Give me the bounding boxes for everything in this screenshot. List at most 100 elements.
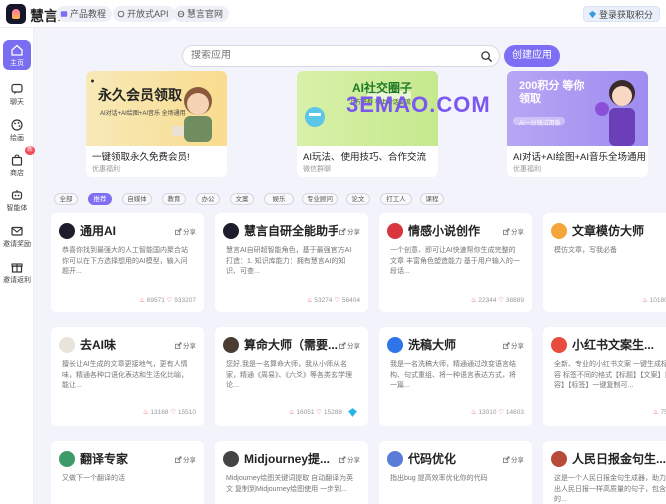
share-icon <box>175 456 182 463</box>
create-app-button[interactable]: 创建应用 <box>504 45 560 67</box>
app-card[interactable]: Midjourney提... 分享 Midjourney绘图关键词提取 自动翻译… <box>215 441 368 504</box>
agent-icon <box>11 190 23 200</box>
app-card[interactable]: 情感小说创作 分享 一个创意、即可让AI快速帮你生成完整的文章 丰富角色塑造能力… <box>379 213 532 312</box>
product-tutorial-link[interactable]: 产品教程 <box>56 6 113 22</box>
app-card[interactable]: 洗稿大师 分享 我是一名洗稿大师，精通通过改变语言结构、句式重组、将一种语言表达… <box>379 327 532 426</box>
app-description: Midjourney绘图关键词提取 自动翻译为英文 复制到Midjourney绘… <box>226 475 354 493</box>
app-stats: ♨ 53274 ♡ 56404 <box>306 297 360 304</box>
share-button[interactable]: 分享 <box>503 226 524 236</box>
share-button[interactable]: 分享 <box>339 340 360 350</box>
app-card[interactable]: 翻译专家 分享 又做下一个翻译的活 <box>51 441 204 504</box>
fire-icon: ♨ <box>470 297 477 304</box>
app-stats: ♨ 22344 ♡ 38889 <box>470 297 524 304</box>
tab-self-media[interactable]: 自媒体 <box>122 193 152 205</box>
sidebar-item-shop[interactable]: 商店 新 <box>3 146 35 180</box>
app-title: 通用AI <box>80 224 117 238</box>
app-title: 人民日报金句生... <box>572 452 666 466</box>
search-icon[interactable] <box>480 50 493 63</box>
app-card[interactable]: 代码优化 分享 指出bug 提高效率优化你的代码 <box>379 441 532 504</box>
app-avatar <box>223 451 239 467</box>
app-card[interactable]: 人民日报金句生... 分享 这是一个人民日报金句生成器，助力你写出人民日报一样高… <box>543 441 666 504</box>
login-button[interactable]: 登录获取积分 <box>582 6 660 22</box>
heart-icon: ♡ <box>170 409 177 416</box>
book-icon <box>60 11 68 17</box>
share-button[interactable]: 分享 <box>503 454 524 464</box>
search-input[interactable] <box>191 50 471 61</box>
share-button[interactable]: 分享 <box>339 226 360 236</box>
app-description: 全新、专业的小红书文案 一键生成标题内容 标签不同的格式【标题】【文案】【内容】… <box>554 361 666 389</box>
tab-education[interactable]: 教育 <box>162 193 186 205</box>
heart-icon: ♡ <box>498 409 505 416</box>
app-title: 代码优化 <box>408 452 457 466</box>
app-card[interactable]: 通用AI 分享 恭喜你找到最强大的人工智能国内聚合站 你可以在下方选择想用的AI… <box>51 213 204 312</box>
share-button[interactable]: 分享 <box>503 340 524 350</box>
fire-icon: ♨ <box>139 297 145 304</box>
banner-points[interactable]: 200积分 等你领取 AI一分钱试用版 AI对话+AI绘图+AI音乐全场通用 优… <box>507 71 648 177</box>
open-api-link[interactable]: 开放式API <box>113 6 175 22</box>
sidebar: 主页 聊天 绘画 商店 新 智能体 邀请奖励 邀请返利 <box>0 28 35 504</box>
app-card[interactable]: 算命大师（需要... 分享 您好,我是一名算命大师，我从小师从名家，精通《周易》… <box>215 327 368 426</box>
app-description: 我是一名洗稿大师，精通通过改变语言结构、句式重组、将一种语言表达方式，将一篇..… <box>390 361 516 389</box>
app-description: 模仿文章，写我必备 <box>554 247 617 254</box>
heart-icon: ♡ <box>166 297 173 304</box>
tab-consultant[interactable]: 专业顾问 <box>302 193 338 205</box>
banner-title: AI对话+AI绘图+AI音乐全场通用 <box>513 152 647 163</box>
app-avatar <box>551 337 567 353</box>
app-description: 一个创意、即可让AI快速帮你生成完整的文章 丰富角色塑造能力 基于用户输入的一段… <box>390 247 520 275</box>
tab-office[interactable]: 办公 <box>196 193 220 205</box>
search-bar <box>182 45 500 67</box>
app-title: 洗稿大师 <box>408 338 457 352</box>
globe-icon <box>177 10 185 18</box>
heart-icon: ♡ <box>334 297 341 304</box>
sidebar-item-paint[interactable]: 绘画 <box>3 115 31 145</box>
app-card[interactable]: 小红书文案生... 分享 全新、专业的小红书文案 一键生成标题内容 标签不同的格… <box>543 327 666 426</box>
heart-icon: ♡ <box>316 409 323 416</box>
share-button[interactable]: 分享 <box>175 454 196 464</box>
sidebar-item-home[interactable]: 主页 <box>3 40 31 70</box>
banner-headline: 永久会员领取 <box>98 87 182 103</box>
tab-worker[interactable]: 打工人 <box>380 193 412 205</box>
banner-title: AI玩法、使用技巧、合作交流 <box>303 152 426 163</box>
palette-icon <box>11 119 23 131</box>
app-card[interactable]: 慧言自研全能助手 分享 慧言AI自研超智能角色，基于最强官方AI打造：1. 知识… <box>215 213 368 312</box>
app-title: 算命大师（需要... <box>244 338 338 352</box>
sidebar-item-invite-rebate[interactable]: 邀请返利 <box>3 257 31 287</box>
share-button[interactable]: 分享 <box>339 454 360 464</box>
app-stats: ♨ 16051 ♡ 15288 <box>288 409 342 416</box>
official-site-link[interactable]: 慧言官网 <box>173 6 230 22</box>
fire-icon: ♨ <box>641 297 648 304</box>
new-badge: 新 <box>24 146 35 155</box>
tab-entertainment[interactable]: 娱乐 <box>264 193 294 205</box>
banner-tag: 优惠福利 <box>92 166 120 173</box>
chat-icon <box>11 83 23 95</box>
share-icon <box>503 456 510 463</box>
fire-icon: ♨ <box>470 409 477 416</box>
api-icon <box>117 10 125 18</box>
fire-icon: ♨ <box>288 409 295 416</box>
tab-thesis[interactable]: 论文 <box>346 193 370 205</box>
app-card[interactable]: 去AI味 分享 擅长让AI生成的文章更接地气，更有人情味，精通各种口语化表达和生… <box>51 327 204 426</box>
app-title: 情感小说创作 <box>408 224 481 238</box>
app-card[interactable]: 文章模仿大师 分享 模仿文章，写我必备 ♨ 10180 ♡ 229 <box>543 213 666 312</box>
app-avatar <box>59 223 75 239</box>
sidebar-item-agent[interactable]: 智能体 <box>3 185 31 215</box>
banner-title: 一键领取永久免费会员! <box>92 152 190 163</box>
app-avatar <box>387 223 403 239</box>
sidebar-item-invite-reward[interactable]: 邀请奖励 <box>3 221 31 251</box>
banner-ai-social[interactable]: AI社交圈子 上方进群 马上对话交流 AI玩法、使用技巧、合作交流 微信群聊 <box>297 71 438 177</box>
tab-course[interactable]: 课程 <box>420 193 444 205</box>
app-title: 去AI味 <box>80 338 117 352</box>
app-description: 这是一个人民日报金句生成器，助力你写出人民日报一样高质量的句子，包含精彩的... <box>554 475 666 503</box>
app-description: 擅长让AI生成的文章更接地气，更有人情味，精通各种口语化表达和生活化比喻，能让.… <box>62 361 188 389</box>
tab-all[interactable]: 全部 <box>54 193 78 205</box>
banner-free-membership[interactable]: 永久会员领取 AI对话+AI绘图+AI音乐 全场通用 一键领取永久免费会员! 优… <box>86 71 227 177</box>
app-description: 又做下一个翻译的活 <box>62 475 125 482</box>
app-logo[interactable] <box>6 4 26 24</box>
share-button[interactable]: 分享 <box>175 340 196 350</box>
tab-copywriting[interactable]: 文案 <box>230 193 254 205</box>
share-button[interactable]: 分享 <box>175 226 196 236</box>
app-stats: ♨ 13010 ♡ 14603 <box>470 409 524 416</box>
sidebar-item-chat[interactable]: 聊天 <box>3 79 31 109</box>
tab-recommend[interactable]: 推荐 <box>88 193 112 205</box>
banner-tag: 微信群聊 <box>303 166 331 173</box>
